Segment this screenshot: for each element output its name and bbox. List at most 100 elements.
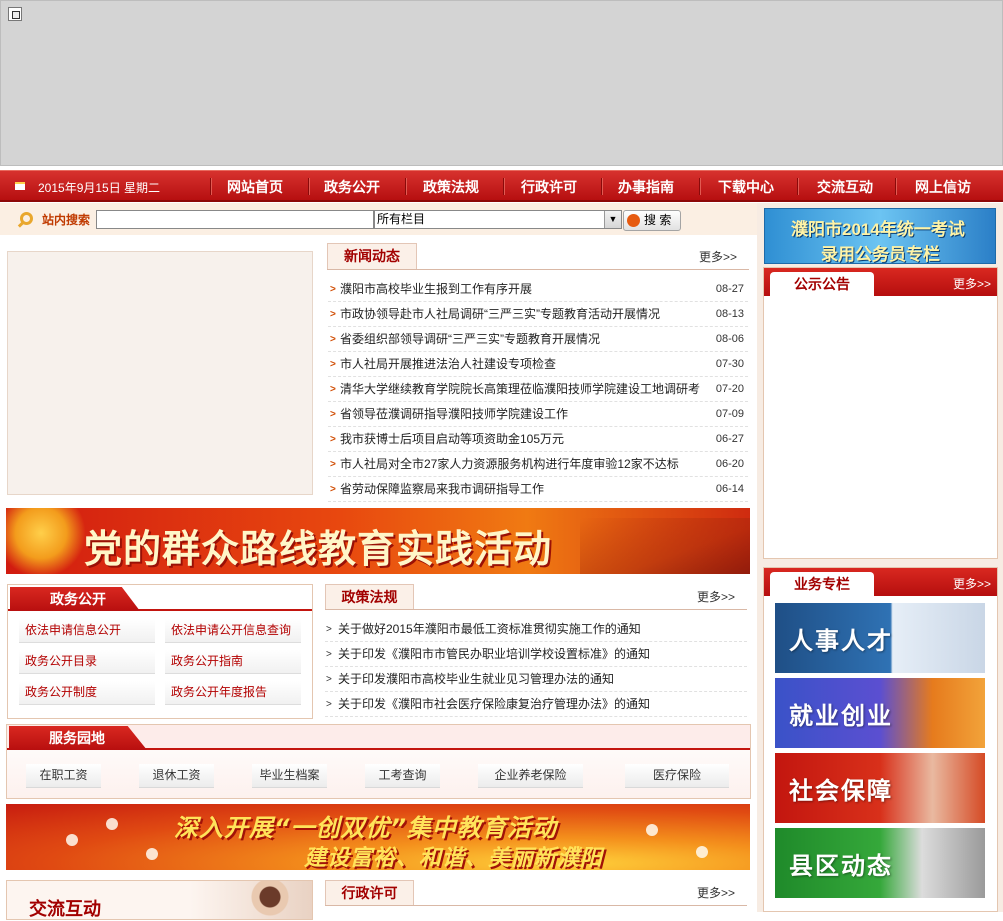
news-item-date: 07-20 [715,383,744,395]
exam-line2: 录用公务员专栏 [821,245,940,264]
news-item[interactable]: > 市人社局对全市27家人力资源服务机构进行年度审验12家不达标 06-20 [328,452,748,477]
news-item[interactable]: > 清华大学继续教育学院院长高策理莅临濮阳技师学院建设工地调研考 07-20 [328,377,748,402]
flower-decoration [66,834,78,846]
magnifier-icon [627,214,640,227]
news-item[interactable]: > 我市获博士后项目启动等项资助金105万元 06-27 [328,427,748,452]
biz-employment[interactable]: 就业创业 [775,678,985,748]
star-decoration [6,508,86,574]
bullet-arrow-icon: > [326,649,332,660]
news-section-header: 新闻动态 更多>> [327,243,749,270]
nav-separator [601,178,603,195]
news-item-title[interactable]: 省劳动保障监察局来我市调研指导工作 [340,477,544,502]
nav-item-downloads[interactable]: 下载中心 [705,177,787,197]
flower-decoration [646,824,658,836]
nav-item-gov-affairs[interactable]: 政务公开 [311,177,393,197]
link-apply-disclosure[interactable]: 依法申请信息公开 [19,619,155,643]
announcements-more-link[interactable]: 更多>> [953,275,991,292]
news-item[interactable]: > 省劳动保障监察局来我市调研指导工作 06-14 [328,477,748,502]
news-item-title[interactable]: 省领导莅濮调研指导濮阳技师学院建设工作 [340,402,568,427]
nav-separator [405,178,407,195]
news-item-title[interactable]: 濮阳市高校毕业生报到工作有序开展 [340,277,532,302]
news-item-title[interactable]: 清华大学继续教育学院院长高策理莅临濮阳技师学院建设工地调研考 [340,377,700,402]
business-column-more-link[interactable]: 更多>> [953,575,991,592]
bullet-arrow-icon: > [326,699,332,710]
bullet-arrow-icon: > [330,284,336,295]
service-button-salary[interactable]: 在职工资 [26,764,101,788]
news-item[interactable]: > 市人社局开展推进法治人社建设专项检查 07-30 [328,352,748,377]
bullet-arrow-icon: > [330,484,336,495]
news-item-title[interactable]: 市人社局对全市27家人力资源服务机构进行年度审验12家不达标 [340,452,679,477]
search-label: 站内搜索 [42,213,91,227]
link-disclosure-rules[interactable]: 政务公开制度 [19,681,155,705]
interaction-title: 交流互动 [29,899,101,919]
link-disclosure-catalog[interactable]: 政务公开目录 [19,650,155,674]
nav-item-home[interactable]: 网站首页 [214,177,296,197]
service-button-medical[interactable]: 医疗保险 [625,764,729,788]
service-garden-header: 服务园地 [7,725,750,750]
chevron-down-icon[interactable]: ▼ [604,211,621,228]
news-title: 新闻动态 [327,243,417,269]
service-button-exam-query[interactable]: 工考查询 [365,764,440,788]
news-item[interactable]: > 省领导莅濮调研指导濮阳技师学院建设工作 07-09 [328,402,748,427]
news-item-date: 08-06 [715,333,744,345]
campaign-line1: 深入开展“一创双优”集中教育活动 [174,814,557,842]
news-item[interactable]: > 省委组织部领导调研“三严三实”专题教育开展情况 08-06 [328,327,748,352]
news-more-link[interactable]: 更多>> [699,248,737,265]
search-input[interactable] [96,210,374,229]
policy-item-title[interactable]: 关于印发《濮阳市社会医疗保险康复治疗管理办法》的通知 [338,692,650,717]
search-icon [20,212,33,225]
policy-item-title[interactable]: 关于印发濮阳市高校毕业生就业见习管理办法的通知 [338,667,614,692]
customer-service-avatar [242,881,312,921]
news-item-title[interactable]: 省委组织部领导调研“三严三实”专题教育开展情况 [340,327,600,352]
permits-more-link[interactable]: 更多>> [697,884,735,901]
campaign-banner[interactable]: 深入开展“一创双优”集中教育活动 建设富裕、和谐、美丽新濮阳 [6,804,750,870]
news-item-title[interactable]: 市政协领导赴市人社局调研“三严三实”专题教育活动开展情况 [340,302,660,327]
news-item[interactable]: > 濮阳市高校毕业生报到工作有序开展 08-27 [328,277,748,302]
nav-separator [895,178,897,195]
civil-service-exam-banner[interactable]: 濮阳市2014年统一考试 录用公务员专栏 [764,208,996,264]
search-scope-select[interactable]: 所有栏目 ▼ [374,210,622,229]
gov-affairs-box: 政务公开 依法申请信息公开 依法申请公开信息查询 政务公开目录 政务公开指南 政… [7,584,313,719]
policies-section-header: 政策法规 更多>> [325,584,747,610]
policy-item[interactable]: > 关于印发濮阳市高校毕业生就业见习管理办法的通知 [325,667,747,692]
policy-item-title[interactable]: 关于印发《濮阳市市管民办职业培训学校设置标准》的通知 [338,642,650,667]
search-button[interactable]: 搜 索 [623,210,681,231]
news-image-placeholder [7,251,313,495]
news-item-title[interactable]: 我市获博士后项目启动等项资助金105万元 [340,427,564,452]
service-button-enterprise-pension[interactable]: 企业养老保险 [478,764,583,788]
nav-item-policies[interactable]: 政策法规 [410,177,492,197]
policy-item[interactable]: > 关于做好2015年濮阳市最低工资标准贯彻实施工作的通知 [325,617,747,642]
news-item-date: 08-13 [715,308,744,320]
bullet-arrow-icon: > [330,409,336,420]
gov-affairs-title: 政务公开 [10,587,140,611]
nav-item-interaction[interactable]: 交流互动 [804,177,886,197]
policy-item[interactable]: > 关于印发《濮阳市市管民办职业培训学校设置标准》的通知 [325,642,747,667]
service-button-graduate-file[interactable]: 毕业生档案 [252,764,327,788]
policies-more-link[interactable]: 更多>> [697,588,735,605]
biz-personnel-talent[interactable]: 人事人才 [775,603,985,673]
service-garden-box: 服务园地 在职工资 退休工资 毕业生档案 工考查询 企业养老保险 医疗保险 [6,724,751,799]
biz-county-label: 县区动态 [789,853,893,880]
site-search-bar: 站内搜索 所有栏目 ▼ 搜 索 [0,203,757,235]
policy-item[interactable]: > 关于印发《濮阳市社会医疗保险康复治疗管理办法》的通知 [325,692,747,717]
news-item[interactable]: > 市政协领导赴市人社局调研“三严三实”专题教育活动开展情况 08-13 [328,302,748,327]
announcements-title: 公示公告 [770,272,874,297]
link-annual-report[interactable]: 政务公开年度报告 [165,681,301,705]
news-item-title[interactable]: 市人社局开展推进法治人社建设专项检查 [340,352,556,377]
service-garden-title: 服务园地 [9,726,147,750]
service-button-pension[interactable]: 退休工资 [139,764,214,788]
bullet-arrow-icon: > [326,674,332,685]
biz-county-news[interactable]: 县区动态 [775,828,985,898]
nav-item-guide[interactable]: 办事指南 [605,177,687,197]
link-disclosure-query[interactable]: 依法申请公开信息查询 [165,619,301,643]
permits-section-header: 行政许可 更多>> [325,880,747,906]
interaction-box[interactable]: 交流互动 [6,880,313,921]
policy-item-title[interactable]: 关于做好2015年濮阳市最低工资标准贯彻实施工作的通知 [338,617,641,642]
biz-social-security[interactable]: 社会保障 [775,753,985,823]
link-disclosure-guide[interactable]: 政务公开指南 [165,650,301,674]
mass-line-banner[interactable]: 党的群众路线教育实践活动 [6,508,750,574]
nav-item-petition[interactable]: 网上信访 [902,177,984,197]
nav-item-permits[interactable]: 行政许可 [508,177,590,197]
biz-employment-label: 就业创业 [789,703,893,730]
nav-separator [308,178,310,195]
